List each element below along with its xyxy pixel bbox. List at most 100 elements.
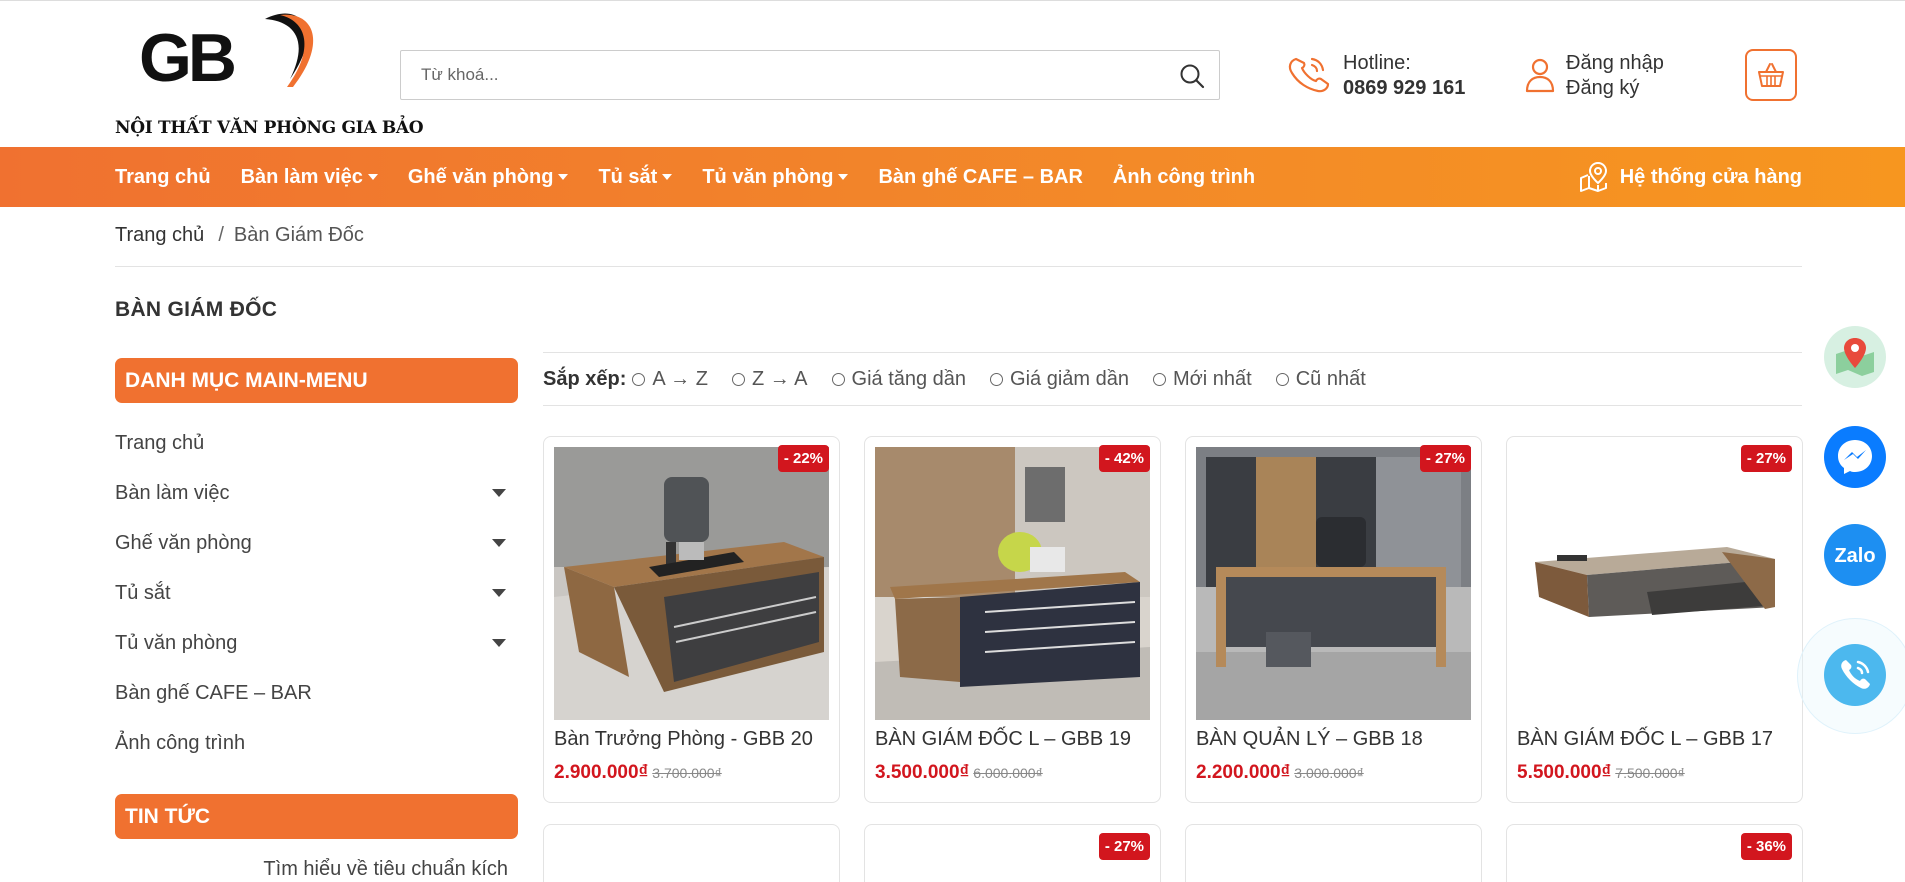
nav-item-cafe-bar[interactable]: Bàn ghế CAFE – BAR bbox=[878, 166, 1082, 189]
caret-down-icon[interactable] bbox=[492, 489, 506, 497]
product-price: 2.900.000₫ bbox=[554, 762, 649, 783]
messenger-button[interactable] bbox=[1824, 426, 1886, 488]
product-prices: 5.500.000₫ 7.500.000₫ bbox=[1517, 762, 1685, 784]
product-old-price: 3.000.000₫ bbox=[1294, 765, 1364, 781]
call-button[interactable] bbox=[1824, 644, 1886, 706]
discount-badge: - 42% bbox=[1098, 445, 1150, 472]
map-pin-icon bbox=[1836, 338, 1874, 376]
nav-item-label: Tủ văn phòng bbox=[702, 165, 834, 188]
product-name[interactable]: BÀN QUẢN LÝ – GBB 18 bbox=[1196, 728, 1423, 751]
sidebar-item-label: Ghế văn phòng bbox=[115, 531, 252, 554]
product-name[interactable]: BÀN GIÁM ĐỐC L – GBB 17 bbox=[1517, 728, 1773, 751]
nav-item-projects[interactable]: Ảnh công trình bbox=[1113, 166, 1255, 189]
sidebar-menu: Trang chủ Bàn làm việc Ghế văn phòng Tủ … bbox=[115, 418, 518, 768]
divider bbox=[115, 266, 1802, 267]
register-link[interactable]: Đăng ký bbox=[1566, 76, 1664, 101]
search-icon bbox=[1180, 64, 1205, 89]
radio-button[interactable] bbox=[632, 372, 646, 386]
logo-tagline: NỘI THẤT VĂN PHÒNG GIA BẢO bbox=[115, 118, 424, 138]
nav-item-steel-cabinets[interactable]: Tủ sắt bbox=[598, 166, 673, 189]
cart-button[interactable] bbox=[1745, 49, 1797, 101]
caret-down-icon bbox=[662, 174, 673, 180]
sidebar-item-label: Trang chủ bbox=[115, 431, 205, 454]
discount-badge: - 22% bbox=[777, 445, 829, 472]
sidebar-news-title: TIN TỨC bbox=[115, 794, 518, 839]
nav-item-label: Ảnh công trình bbox=[1112, 165, 1256, 188]
nav-item-home[interactable]: Trang chủ bbox=[115, 166, 211, 189]
caret-down-icon[interactable] bbox=[492, 589, 506, 597]
sort-option-label: Cũ nhất bbox=[1295, 367, 1366, 390]
radio-button[interactable] bbox=[831, 372, 845, 386]
hotline-number[interactable]: 0869 929 161 bbox=[1343, 76, 1465, 101]
product-price: 3.500.000₫ bbox=[875, 762, 970, 783]
sort-option-label: Giá giảm dần bbox=[1010, 367, 1130, 390]
sort-option-z-a[interactable]: Z → A bbox=[731, 367, 808, 391]
sidebar-item-label: Ảnh công trình bbox=[115, 731, 246, 754]
sidebar-item-office-cabinets[interactable]: Tủ văn phòng bbox=[115, 618, 518, 668]
product-card[interactable]: - 36% bbox=[1506, 824, 1803, 882]
radio-button[interactable] bbox=[1275, 372, 1289, 386]
sidebar-item-home[interactable]: Trang chủ bbox=[115, 418, 518, 468]
product-name[interactable]: Bàn Trưởng Phòng - GBB 20 bbox=[554, 728, 813, 751]
zalo-button[interactable]: Zalo bbox=[1824, 524, 1886, 586]
sidebar-item-label: Bàn làm việc bbox=[115, 481, 230, 504]
sidebar-menu-title: DANH MỤC MAIN-MENU bbox=[115, 358, 518, 403]
product-prices: 3.500.000₫ 6.000.000₫ bbox=[875, 762, 1043, 784]
sort-option-price-desc[interactable]: Giá giảm dần bbox=[990, 368, 1129, 391]
sidebar-item-label: Tủ văn phòng bbox=[115, 631, 238, 654]
breadcrumb-separator: / bbox=[218, 224, 224, 246]
radio-button[interactable] bbox=[731, 372, 745, 386]
caret-down-icon[interactable] bbox=[492, 639, 506, 647]
product-price: 5.500.000₫ bbox=[1517, 762, 1612, 783]
product-image[interactable] bbox=[554, 447, 829, 720]
map-contact-button[interactable] bbox=[1824, 326, 1886, 388]
phone-call-icon bbox=[1841, 660, 1870, 689]
radio-button[interactable] bbox=[990, 372, 1004, 386]
store-system-link[interactable]: Hệ thống cửa hàng bbox=[1578, 147, 1802, 207]
breadcrumb-current: Bàn Giám Đốc bbox=[233, 224, 364, 246]
radio-button[interactable] bbox=[1153, 372, 1167, 386]
sidebar-item-projects[interactable]: Ảnh công trình bbox=[115, 718, 518, 768]
product-card[interactable]: - 27% BÀN GIÁM ĐỐC L – GBB 17 5.500.000₫… bbox=[1506, 436, 1803, 803]
nav-item-label: Trang chủ bbox=[115, 165, 211, 188]
sidebar-item-chairs[interactable]: Ghế văn phòng bbox=[115, 518, 518, 568]
hotline-text: Hotline: 0869 929 161 bbox=[1343, 51, 1465, 101]
sort-option-newest[interactable]: Mới nhất bbox=[1153, 368, 1252, 391]
product-card[interactable]: - 22% Bàn Trưởng Phòng - GBB 20 2.900.00… bbox=[543, 436, 840, 803]
product-name[interactable]: BÀN GIÁM ĐỐC L – GBB 19 bbox=[875, 728, 1131, 751]
sort-option-price-asc[interactable]: Giá tăng dần bbox=[831, 368, 966, 391]
caret-down-icon[interactable] bbox=[492, 539, 506, 547]
sort-option-label: A → Z bbox=[652, 367, 708, 390]
product-card[interactable] bbox=[543, 824, 840, 882]
product-image[interactable] bbox=[1196, 447, 1471, 720]
site-logo[interactable]: GB NỘI THẤT VĂN PHÒNG GIA BẢO bbox=[115, 9, 424, 141]
search-button[interactable] bbox=[1179, 63, 1205, 89]
product-image[interactable] bbox=[1517, 447, 1792, 720]
nav-item-desks[interactable]: Bàn làm việc bbox=[241, 166, 378, 189]
sort-bar: Sắp xếp: A → Z Z → A Giá tăng dần Giá gi… bbox=[543, 352, 1802, 406]
sort-option-label: Z → A bbox=[751, 367, 808, 390]
breadcrumb: Trang chủ / Bàn Giám Đốc bbox=[115, 224, 364, 247]
sidebar-item-cafe-bar[interactable]: Bàn ghế CAFE – BAR bbox=[115, 668, 518, 718]
nav-item-office-cabinets[interactable]: Tủ văn phòng bbox=[702, 165, 849, 189]
hotline-label: Hotline: bbox=[1343, 52, 1411, 74]
product-image[interactable] bbox=[875, 447, 1150, 720]
search-input[interactable] bbox=[401, 51, 1161, 99]
login-link[interactable]: Đăng nhập bbox=[1566, 51, 1664, 76]
search-box bbox=[400, 50, 1220, 100]
news-item[interactable]: Tìm hiểu về tiêu chuẩn kích bbox=[115, 858, 518, 881]
sort-option-oldest[interactable]: Cũ nhất bbox=[1275, 367, 1366, 391]
product-card[interactable] bbox=[1185, 824, 1482, 882]
store-map-icon bbox=[1579, 161, 1607, 192]
product-card[interactable]: - 27% bbox=[864, 824, 1161, 882]
user-icon bbox=[1525, 58, 1555, 93]
product-card[interactable]: - 27% BÀN QUẢN LÝ – GBB 18 2.200.000₫ 3.0… bbox=[1185, 436, 1482, 803]
basket-icon bbox=[1758, 63, 1784, 87]
product-card[interactable]: - 42% BÀN GIÁM ĐỐC L – GBB 19 3.500.000₫… bbox=[864, 436, 1161, 803]
sort-option-a-z[interactable]: A → Z bbox=[632, 368, 708, 391]
sidebar-item-steel-cabinets[interactable]: Tủ sắt bbox=[115, 568, 518, 618]
sidebar-item-desks[interactable]: Bàn làm việc bbox=[115, 468, 518, 518]
logo-mark-icon: GB bbox=[139, 13, 314, 96]
nav-item-chairs[interactable]: Ghế văn phòng bbox=[408, 166, 569, 189]
breadcrumb-home[interactable]: Trang chủ bbox=[115, 224, 204, 246]
